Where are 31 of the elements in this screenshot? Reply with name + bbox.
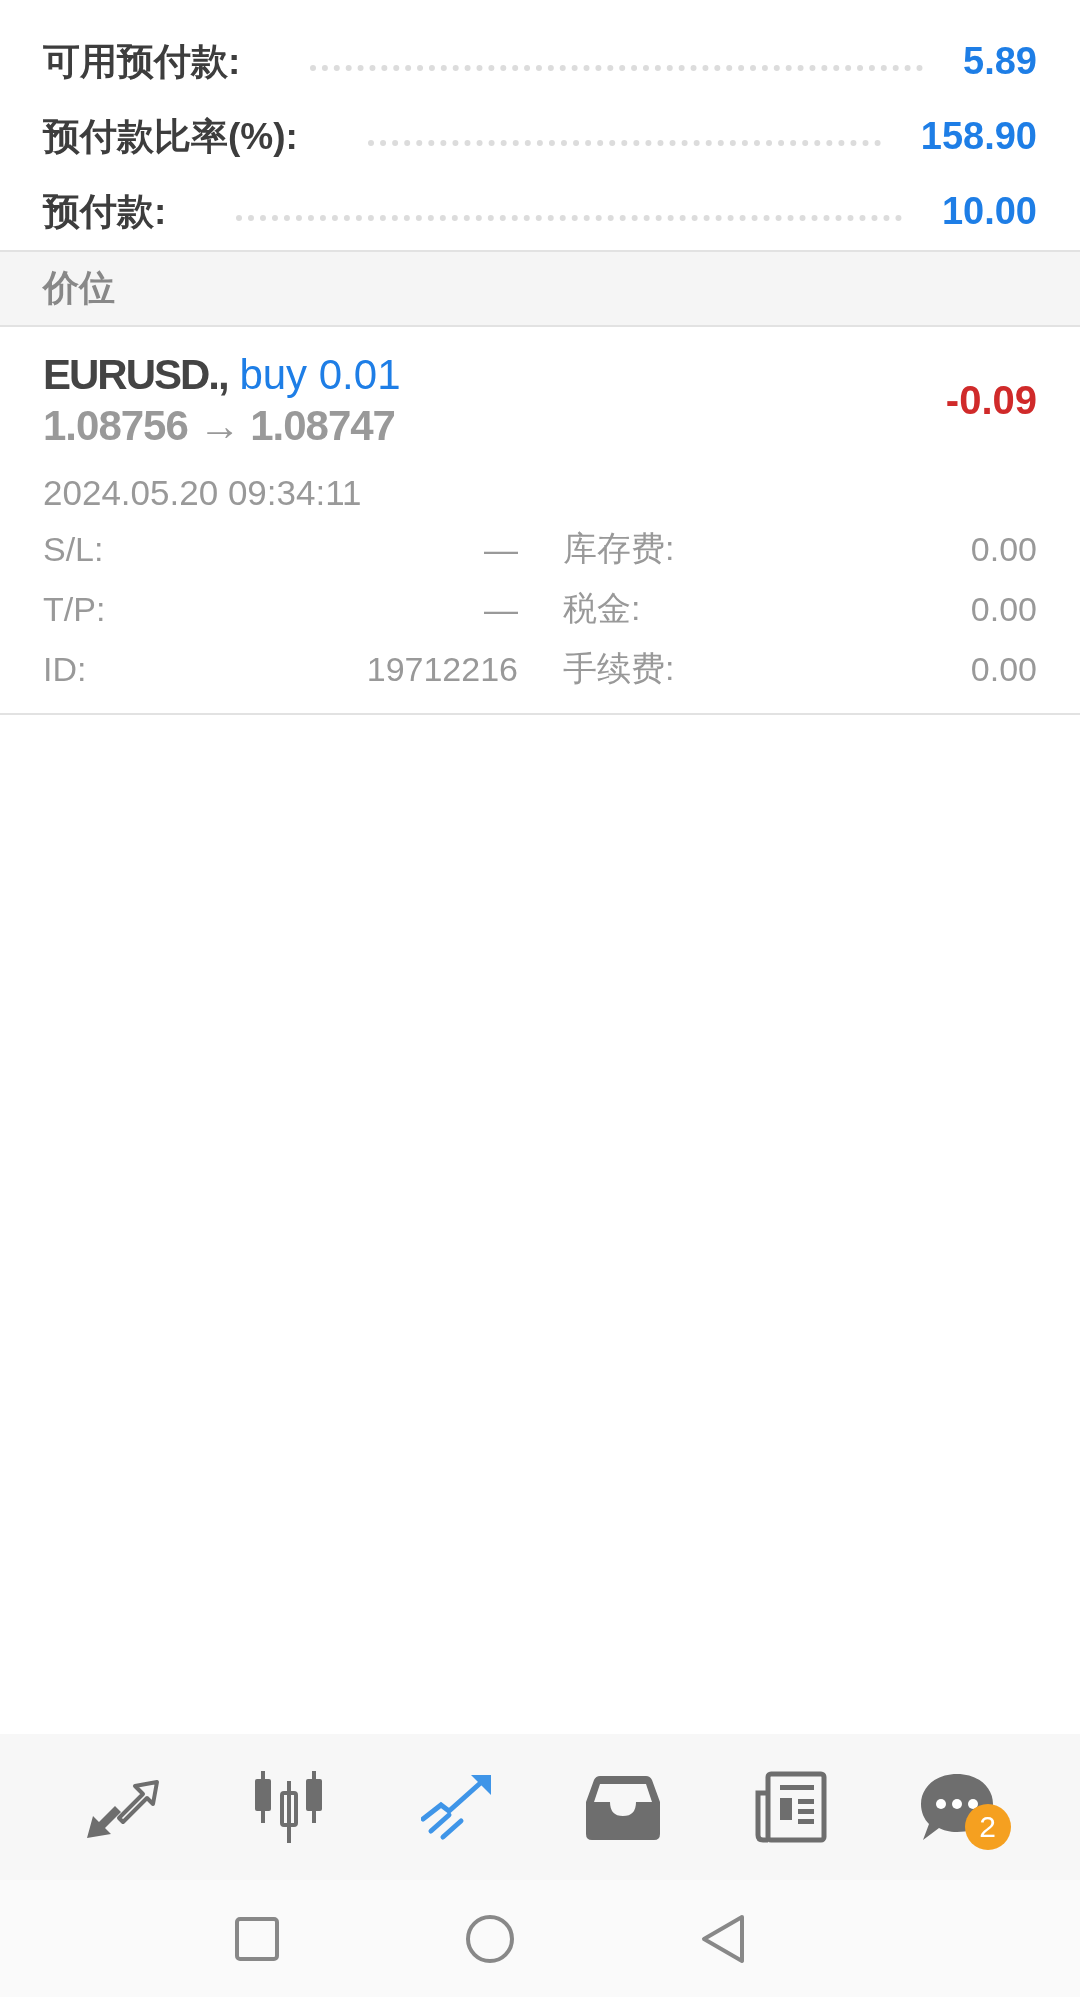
symbol-text: EURUSD.,: [43, 351, 228, 398]
section-title: 价位: [43, 266, 115, 310]
order-side: buy 0.01: [239, 351, 401, 398]
detail-label: T/P:: [43, 589, 107, 629]
field-value: 5.89: [963, 40, 1037, 83]
detail-label: S/L:: [43, 529, 105, 569]
detail-value: 0.00: [970, 649, 1037, 689]
recent-apps-icon[interactable]: [234, 1915, 280, 1962]
field-label: 预付款比率(%):: [43, 114, 298, 159]
detail-value: —: [483, 589, 518, 629]
field-label: 预付款:: [43, 189, 167, 234]
detail-value: 19712216: [365, 649, 518, 689]
back-icon[interactable]: [700, 1913, 746, 1964]
detail-value: —: [483, 529, 518, 569]
detail-label: 税金:: [563, 588, 642, 629]
field-value: 10.00: [941, 190, 1037, 233]
home-icon[interactable]: [465, 1913, 515, 1964]
price-text: 1.08756 → 1.08747: [43, 401, 396, 451]
detail-label: 手续费:: [563, 648, 676, 689]
position-card[interactable]: EURUSD., buy 0.01 1.08756 → 1.08747 -0.09 2024.05.20 09:34:11 S/L: — 库存费: 0.00 T/P: — 税金: 0.00 ID: 19712216 手续费: 0.00: [0, 327, 1080, 715]
detail-value: 0.00: [970, 589, 1037, 629]
detail-value: 0.00: [970, 529, 1037, 569]
notification-badge: 2: [964, 1804, 1011, 1850]
field-value: 158.90: [920, 115, 1037, 158]
detail-label: ID:: [43, 649, 88, 689]
open-time: 2024.05.20 09:34:11: [43, 472, 363, 514]
detail-label: 库存费:: [563, 528, 676, 569]
field-label: 可用预付款:: [43, 39, 241, 84]
profit-value: -0.09: [945, 377, 1037, 423]
trend-chart-icon[interactable]: [420, 1773, 493, 1841]
inbox-icon[interactable]: [586, 1774, 661, 1840]
